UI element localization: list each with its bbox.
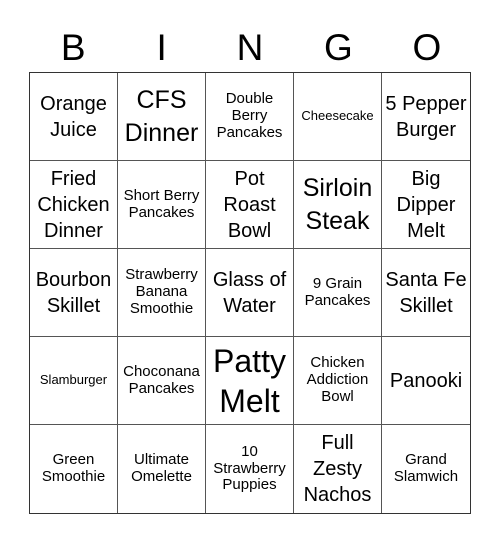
bingo-cell-label: Slamburger — [39, 372, 108, 388]
bingo-cell-b-3[interactable]: Bourbon Skillet — [30, 249, 118, 337]
bingo-cell-label: Sirloin Steak — [302, 174, 373, 235]
bingo-cell-label: CFS Dinner — [124, 86, 199, 147]
header-letter-g: G — [324, 27, 353, 68]
bingo-cell-n-5[interactable]: 10 Strawberry Puppies — [206, 425, 294, 513]
bingo-cell-g-2[interactable]: Sirloin Steak — [294, 161, 382, 249]
bingo-cell-o-3[interactable]: Santa Fe Skillet — [382, 249, 470, 337]
bingo-cell-n-3[interactable]: Glass of Water — [206, 249, 294, 337]
bingo-cell-label: Orange Juice — [40, 92, 107, 141]
bingo-cell-o-2[interactable]: Big Dipper Melt — [382, 161, 470, 249]
bingo-cell-label: Ultimate Omelette — [131, 451, 192, 485]
header-letter-i: I — [156, 27, 167, 68]
bingo-cell-label: Bourbon Skillet — [35, 268, 112, 317]
bingo-cell-label: Glass of Water — [212, 268, 287, 317]
bingo-cell-label: Double Berry Pancakes — [216, 90, 283, 141]
bingo-cell-i-5[interactable]: Ultimate Omelette — [118, 425, 206, 513]
bingo-cell-label: 9 Grain Pancakes — [304, 274, 371, 309]
bingo-cell-g-4[interactable]: Chicken Addiction Bowl — [294, 337, 382, 425]
bingo-cell-i-1[interactable]: CFS Dinner — [118, 73, 206, 161]
header-letter-o: O — [412, 27, 442, 68]
bingo-cell-label: Panooki — [389, 369, 463, 392]
bingo-cell-n-2[interactable]: Pot Roast Bowl — [206, 161, 294, 249]
header-letter-b: B — [60, 27, 86, 68]
bingo-cell-label: Grand Slamwich — [393, 451, 459, 485]
bingo-cell-label: 10 Strawberry Puppies — [213, 442, 286, 494]
bingo-cell-o-5[interactable]: Grand Slamwich — [382, 425, 470, 513]
bingo-cell-label: Fried Chicken Dinner — [37, 167, 110, 242]
bingo-cell-n-4[interactable]: Patty Melt — [206, 337, 294, 425]
bingo-cell-g-5[interactable]: Full Zesty Nachos — [294, 425, 382, 513]
bingo-cell-label: Full Zesty Nachos — [303, 432, 372, 506]
bingo-cell-label: Big Dipper Melt — [396, 167, 456, 242]
bingo-cell-label: Strawberry Banana Smoothie — [125, 266, 198, 317]
bingo-cell-label: 5 Pepper Burger — [385, 92, 467, 141]
bingo-cell-i-4[interactable]: Choconana Pancakes — [118, 337, 206, 425]
bingo-cell-i-2[interactable]: Short Berry Pancakes — [118, 161, 206, 249]
bingo-cell-label: Pot Roast Bowl — [223, 167, 276, 242]
bingo-cell-label: Short Berry Pancakes — [123, 186, 200, 221]
bingo-grid: Orange Juice CFS Dinner Double Berry Panca… — [29, 72, 471, 514]
bingo-cell-i-3[interactable]: Strawberry Banana Smoothie — [118, 249, 206, 337]
bingo-cell-label: Choconana Pancakes — [123, 362, 200, 397]
bingo-cell-b-1[interactable]: Orange Juice — [30, 73, 118, 161]
bingo-cell-o-4[interactable]: Panooki — [382, 337, 470, 425]
bingo-cell-b-5[interactable]: Green Smoothie — [30, 425, 118, 513]
bingo-cell-label: Green Smoothie — [41, 451, 106, 485]
bingo-cell-g-1[interactable]: Cheesecake — [294, 73, 382, 161]
bingo-cell-label: Santa Fe Skillet — [385, 268, 467, 317]
bingo-cell-label: Patty Melt — [213, 342, 286, 419]
bingo-cell-b-4[interactable]: Slamburger — [30, 337, 118, 425]
bingo-cell-label: Chicken Addiction Bowl — [306, 354, 369, 405]
bingo-cell-label: Cheesecake — [301, 108, 374, 124]
bingo-cell-b-2[interactable]: Fried Chicken Dinner — [30, 161, 118, 249]
bingo-header: B I N G O — [29, 24, 471, 72]
bingo-cell-g-3[interactable]: 9 Grain Pancakes — [294, 249, 382, 337]
bingo-cell-n-1[interactable]: Double Berry Pancakes — [206, 73, 294, 161]
bingo-cell-o-1[interactable]: 5 Pepper Burger — [382, 73, 470, 161]
header-letter-n: N — [236, 27, 264, 68]
